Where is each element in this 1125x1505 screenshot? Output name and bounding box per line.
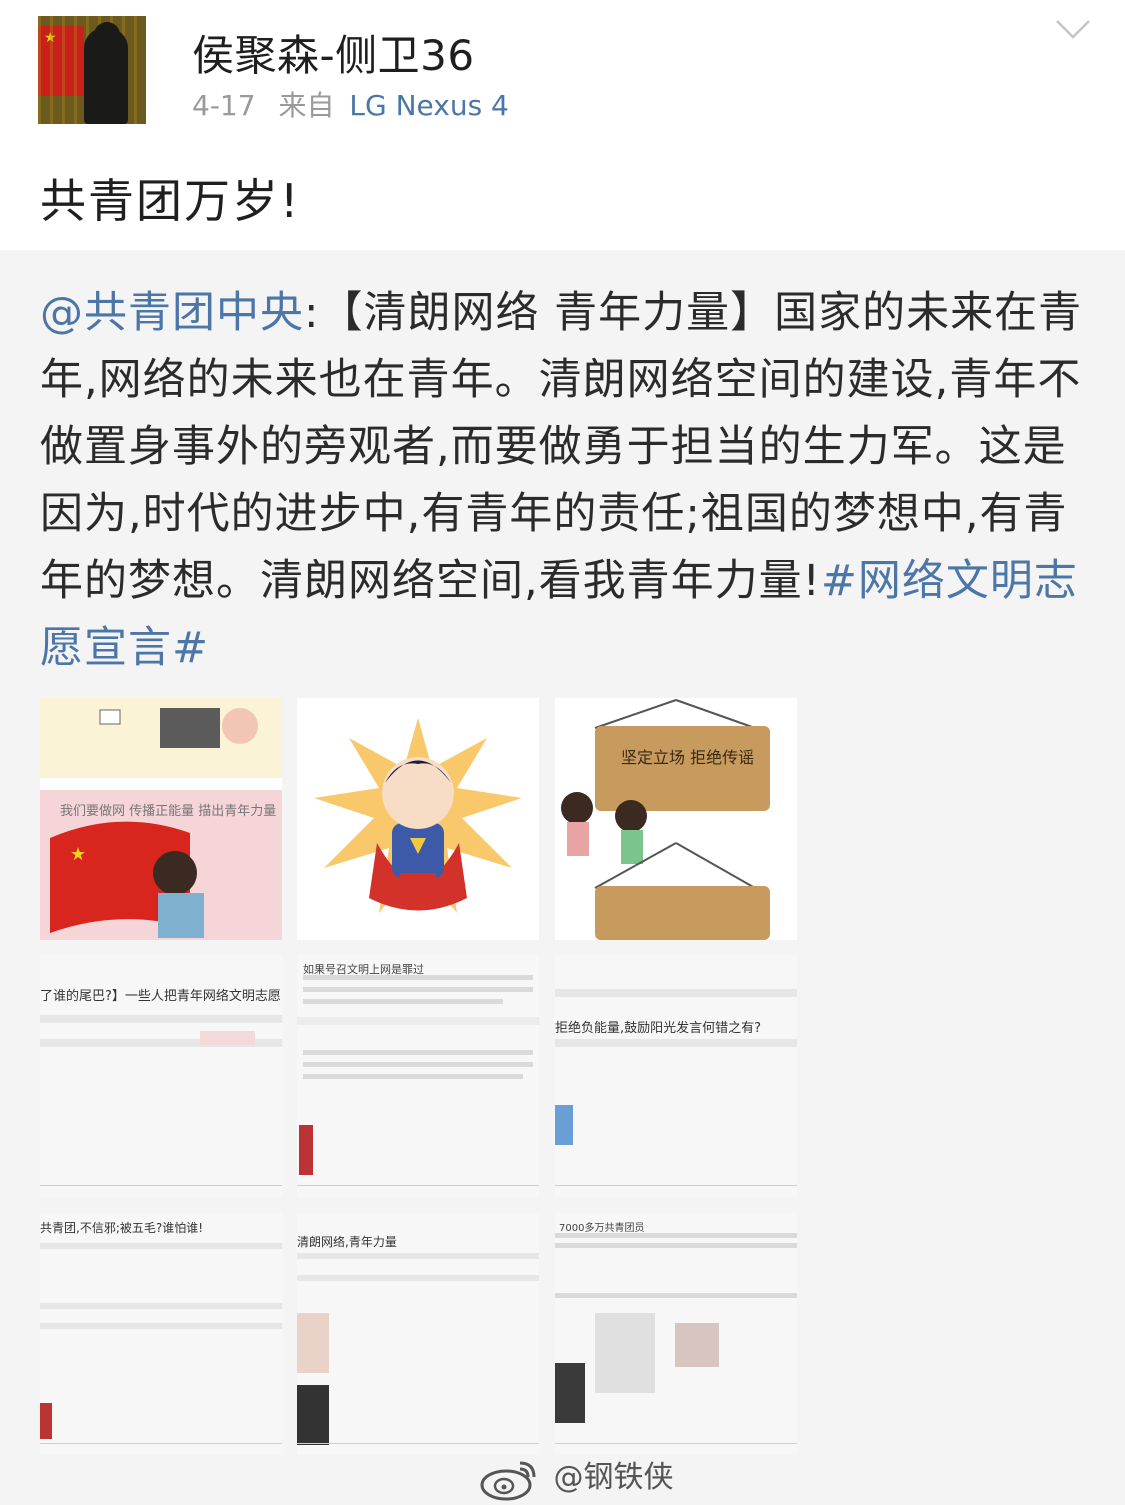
screenshot-weibo-2-image[interactable]: 如果号召文明上网是罪过 (297, 955, 539, 1197)
original-post: ★ 侯聚森-侧卫36 4-17 来自 LG Nexus 4 共青团万岁! (0, 0, 1125, 250)
screenshot-weibo-6-image[interactable]: 7000多万共青团员 (555, 1213, 797, 1455)
post-meta: 4-17 来自 LG Nexus 4 (192, 84, 509, 124)
post-text: 共青团万岁! (40, 174, 301, 228)
cartoon-signboard-image[interactable]: 坚定立场 拒绝传谣 (555, 698, 797, 940)
screenshot-weibo-1-image[interactable]: 了谁的尾巴?】一些人把青年网络文明志愿 (40, 955, 282, 1197)
screenshot-weibo-4-image[interactable]: 共青团,不信邪;被五毛?谁怕谁! (40, 1213, 282, 1455)
cartoon-flag-girls-image[interactable]: ★ 我们要做网 传播正能量 描出青年力量 (40, 698, 282, 940)
image-grid: ★ 我们要做网 传播正能量 描出青年力量 坚定立场 拒绝传谣 了谁的尾巴?】一些… (40, 698, 800, 1458)
svg-text:★: ★ (70, 844, 86, 865)
mention-link[interactable]: @共青团中央 (40, 288, 304, 338)
avatar[interactable]: ★ (38, 16, 146, 124)
chevron-down-icon[interactable] (1055, 18, 1091, 40)
cartoon-superman-image[interactable] (297, 698, 539, 940)
reposted-content[interactable]: @共青团中央:【清朗网络 青年力量】国家的未来在青年,网络的未来也在青年。清朗网… (0, 250, 1125, 1505)
repost-text: @共青团中央:【清朗网络 青年力量】国家的未来在青年,网络的未来也在青年。清朗网… (40, 288, 1083, 673)
weibo-watermark: @钢铁侠 (480, 1452, 674, 1500)
source-label: 来自 (278, 89, 335, 122)
screenshot-weibo-5-image[interactable]: 清朗网络,青年力量 (297, 1213, 539, 1455)
source-device[interactable]: LG Nexus 4 (349, 89, 509, 122)
screenshot-weibo-3-image[interactable]: 拒绝负能量,鼓励阳光发言何错之有? (555, 955, 797, 1197)
post-date: 4-17 (192, 89, 256, 122)
weibo-logo-icon (480, 1461, 536, 1500)
author-name[interactable]: 侯聚森-侧卫36 (192, 22, 475, 83)
watermark-text: @钢铁侠 (553, 1460, 674, 1495)
